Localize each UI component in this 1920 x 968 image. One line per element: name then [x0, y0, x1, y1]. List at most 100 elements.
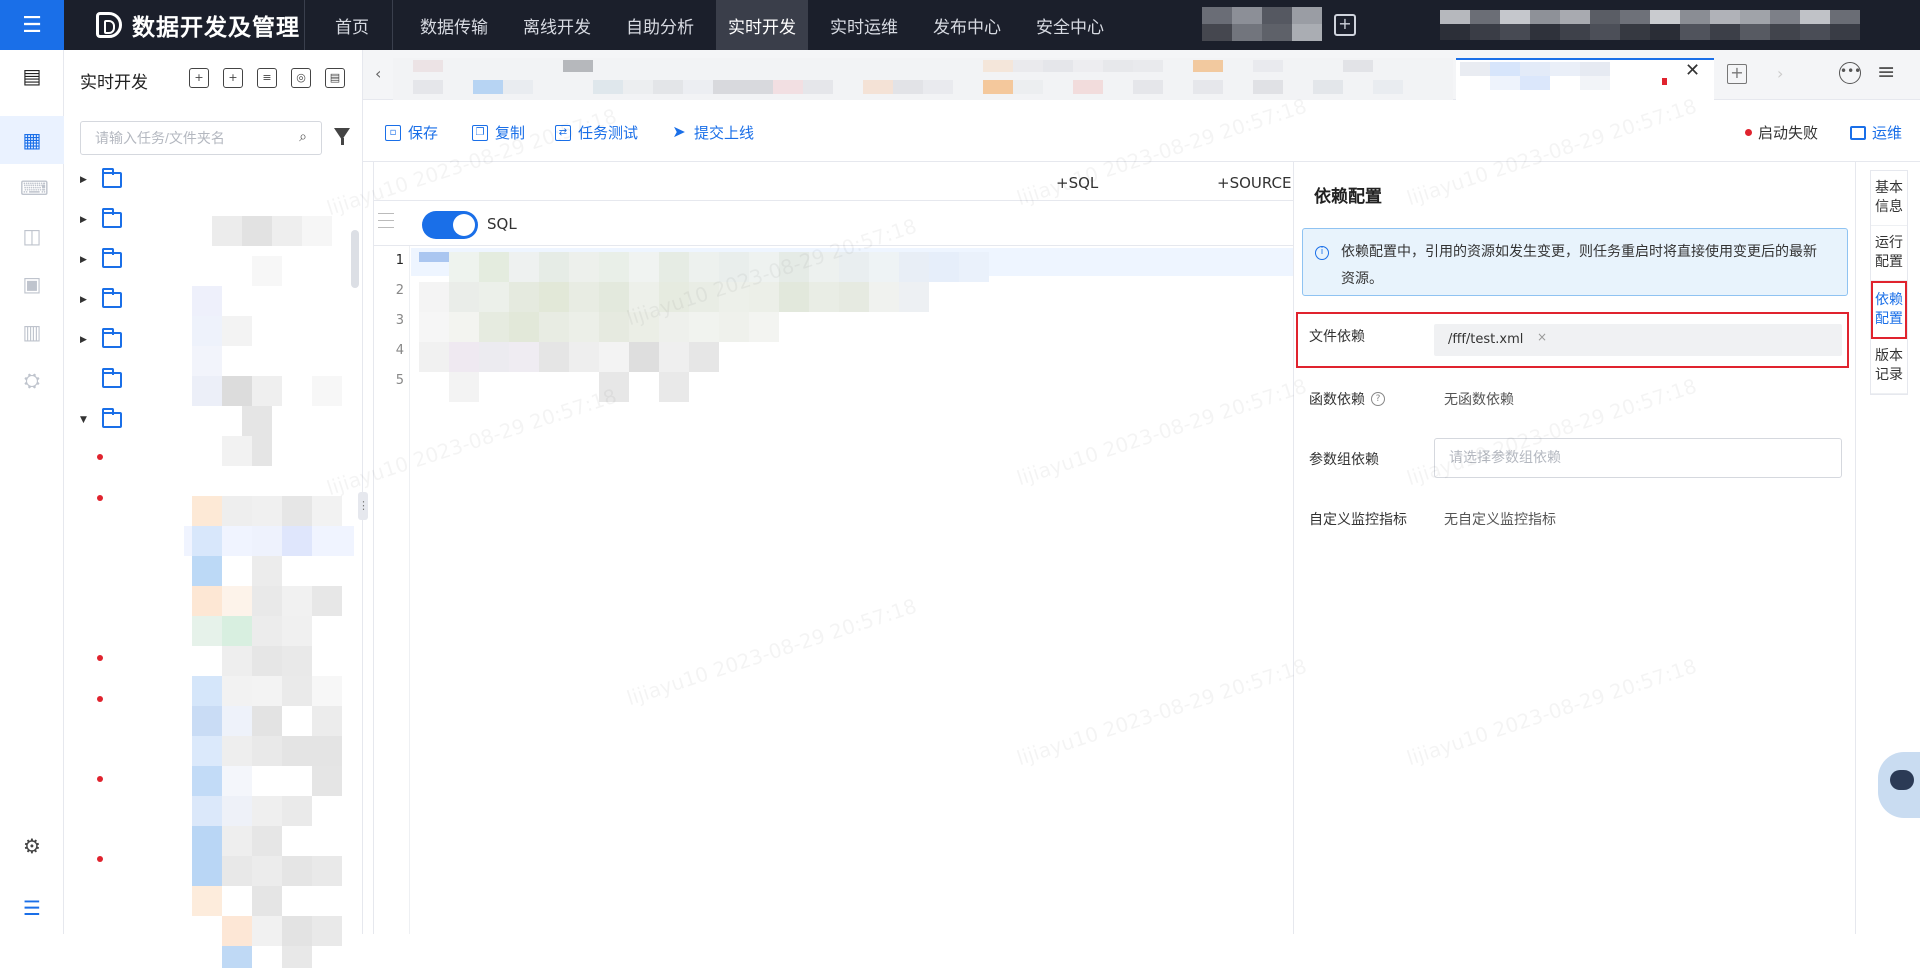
editor-tabs-bar: ‹ ✕ + › ••• ≡ — [363, 50, 1920, 100]
info-notice: i 依赖配置中，引用的资源如发生变更，则任务重启时将直接使用变更后的最新资源。 — [1302, 228, 1848, 296]
param-group-input[interactable] — [1449, 449, 1819, 465]
task-test-label: 任务测试 — [578, 124, 639, 142]
menu-toggle-icon[interactable]: ☰ — [0, 0, 64, 50]
monitor-icon — [1850, 125, 1866, 140]
add-sql-button[interactable]: +SQL — [1056, 174, 1098, 192]
caret-right-icon[interactable]: ▶ — [80, 335, 90, 345]
tree-folder-row[interactable]: ▶ — [80, 165, 122, 195]
task-list-icon[interactable]: ▤ — [20, 64, 44, 88]
new-task-icon[interactable]: + — [189, 68, 209, 88]
nav-security-center[interactable]: 安全中心 — [1014, 0, 1117, 50]
line-number: 2 — [395, 283, 404, 298]
redacted-open-tabs — [393, 58, 1453, 100]
redacted-user-area-2 — [1202, 24, 1322, 41]
task-search-input[interactable] — [95, 130, 285, 146]
tree-scrollbar[interactable] — [351, 230, 359, 288]
line-number: 3 — [395, 313, 404, 328]
tree-folder-row[interactable]: ▶ — [80, 205, 122, 235]
tab-dependency-config[interactable]: 依赖配置 — [1871, 281, 1907, 339]
panel-title: 实时开发 — [80, 73, 148, 93]
search-icon[interactable]: ⌕ — [299, 129, 307, 145]
nav-realtime-ops[interactable]: 实时运维 — [808, 0, 911, 50]
new-tab-icon[interactable]: + — [1727, 64, 1747, 84]
new-folder-icon[interactable]: + — [223, 68, 243, 88]
status-text: 启动失败 — [1758, 124, 1819, 142]
main-nav: 首页 数据传输 离线开发 自助分析 实时开发 实时运维 发布中心 安全中心 — [294, 0, 1117, 50]
status-dot — [97, 776, 103, 782]
hamburger-menu-icon[interactable]: ≡ — [1877, 60, 1895, 85]
redacted-user-area — [1202, 7, 1322, 24]
tree-folder-row[interactable]: ▶ — [80, 325, 122, 355]
caret-right-icon[interactable]: ▶ — [80, 255, 90, 265]
task-toolbar: ▫ 保存 ❐ 复制 ⇄ 任务测试 ➤ 提交上线 启动失败 运维 — [363, 100, 1920, 162]
nav-home[interactable]: 首页 — [304, 0, 382, 50]
caret-right-icon[interactable]: ▶ — [80, 295, 90, 305]
notice-text: 依赖配置中，引用的资源如发生变更，则任务重启时将直接使用变更后的最新资源。 — [1341, 244, 1817, 287]
copy-label: 复制 — [495, 124, 526, 142]
save-icon: ▫ — [385, 124, 401, 141]
close-tab-icon[interactable]: ✕ — [1685, 60, 1700, 81]
file-dependency-tag: /fff/test.xml — [1448, 332, 1524, 347]
config-tab-list: 基本信息 运行配置 依赖配置 版本记录 — [1870, 170, 1908, 395]
panel-resize-handle[interactable]: ⋮ — [358, 492, 369, 520]
help-icon[interactable]: ? — [1371, 392, 1385, 406]
stamp-icon[interactable]: ⛭ — [20, 368, 44, 392]
status-dot — [97, 454, 103, 460]
realtime-dev-icon[interactable]: ▦ — [20, 128, 44, 152]
tree-folder-row[interactable]: ▶ — [80, 245, 122, 275]
copy-button[interactable]: ❐ 复制 — [472, 122, 525, 143]
app-title: 数据开发及管理 — [132, 15, 300, 41]
assistant-robot-icon[interactable] — [1878, 752, 1920, 818]
add-workspace-icon[interactable]: + — [1334, 14, 1356, 36]
add-source-button[interactable]: +SOURCE — [1217, 174, 1292, 192]
nav-self-analysis[interactable]: 自助分析 — [604, 0, 707, 50]
nav-offline-dev[interactable]: 离线开发 — [501, 0, 604, 50]
file-dependency-label: 文件依赖 — [1309, 329, 1365, 345]
code-icon[interactable]: ⌨ — [20, 176, 49, 200]
layout-icon[interactable]: ▤ — [325, 68, 345, 88]
tab-run-config[interactable]: 运行配置 — [1871, 226, 1907, 281]
tabs-scroll-right-icon[interactable]: › — [1777, 64, 1783, 83]
line-number: 4 — [395, 343, 404, 358]
redacted-sql-code[interactable] — [419, 252, 1059, 412]
file-dependency-select[interactable]: /fff/test.xml × — [1434, 324, 1842, 356]
document-icon[interactable]: ≡ — [257, 68, 277, 88]
database-icon[interactable]: ◫ — [20, 224, 44, 248]
remove-tag-icon[interactable]: × — [1537, 330, 1547, 344]
ops-button[interactable]: 运维 — [1850, 122, 1902, 143]
tab-basic-info[interactable]: 基本信息 — [1871, 171, 1907, 226]
nav-data-transfer[interactable]: 数据传输 — [392, 0, 501, 50]
caret-right-icon[interactable]: ▶ — [80, 175, 90, 185]
app-logo: 数据开发及管理 — [96, 10, 300, 41]
locate-icon[interactable]: ◎ — [291, 68, 311, 88]
sql-editor-area: +SQL +SOURCE SQL 1 2 3 4 5 — [373, 162, 1294, 934]
status-dot — [97, 495, 103, 501]
drag-handle-icon[interactable] — [378, 207, 394, 234]
save-label: 保存 — [408, 124, 439, 142]
task-test-button[interactable]: ⇄ 任务测试 — [555, 122, 638, 143]
line-number: 5 — [395, 373, 404, 388]
nav-release-center[interactable]: 发布中心 — [911, 0, 1014, 50]
tree-folder-row[interactable]: ▶ — [80, 285, 122, 315]
tab-version-history[interactable]: 版本记录 — [1871, 339, 1907, 394]
sql-mode-toggle[interactable] — [422, 211, 478, 239]
resource-icon[interactable]: ▣ — [20, 272, 44, 296]
nav-realtime-dev[interactable]: 实时开发 — [716, 0, 808, 50]
filter-icon[interactable] — [334, 128, 350, 145]
active-editor-tab[interactable] — [1456, 58, 1714, 100]
caret-right-icon[interactable]: ▶ — [80, 215, 90, 225]
gear-icon[interactable]: ⚙ — [20, 834, 44, 858]
tree-folder-row[interactable] — [80, 365, 122, 395]
more-options-icon[interactable]: ••• — [1839, 62, 1861, 84]
param-group-dependency-label: 参数组依赖 — [1309, 452, 1379, 468]
param-group-select[interactable] — [1434, 438, 1842, 478]
collapse-sidebar-icon[interactable]: ☰ — [20, 896, 44, 920]
tree-toolbar: + + ≡ ◎ ▤ — [189, 68, 345, 88]
submit-label: 提交上线 — [694, 124, 755, 142]
caret-down-icon[interactable]: ▼ — [80, 415, 90, 425]
tabs-scroll-left-icon[interactable]: ‹ — [375, 64, 381, 83]
clipboard-icon[interactable]: ▥ — [20, 320, 44, 344]
submit-online-button[interactable]: ➤ 提交上线 — [671, 122, 754, 143]
tree-folder-row-open[interactable]: ▼ — [80, 405, 122, 435]
save-button[interactable]: ▫ 保存 — [385, 122, 438, 143]
